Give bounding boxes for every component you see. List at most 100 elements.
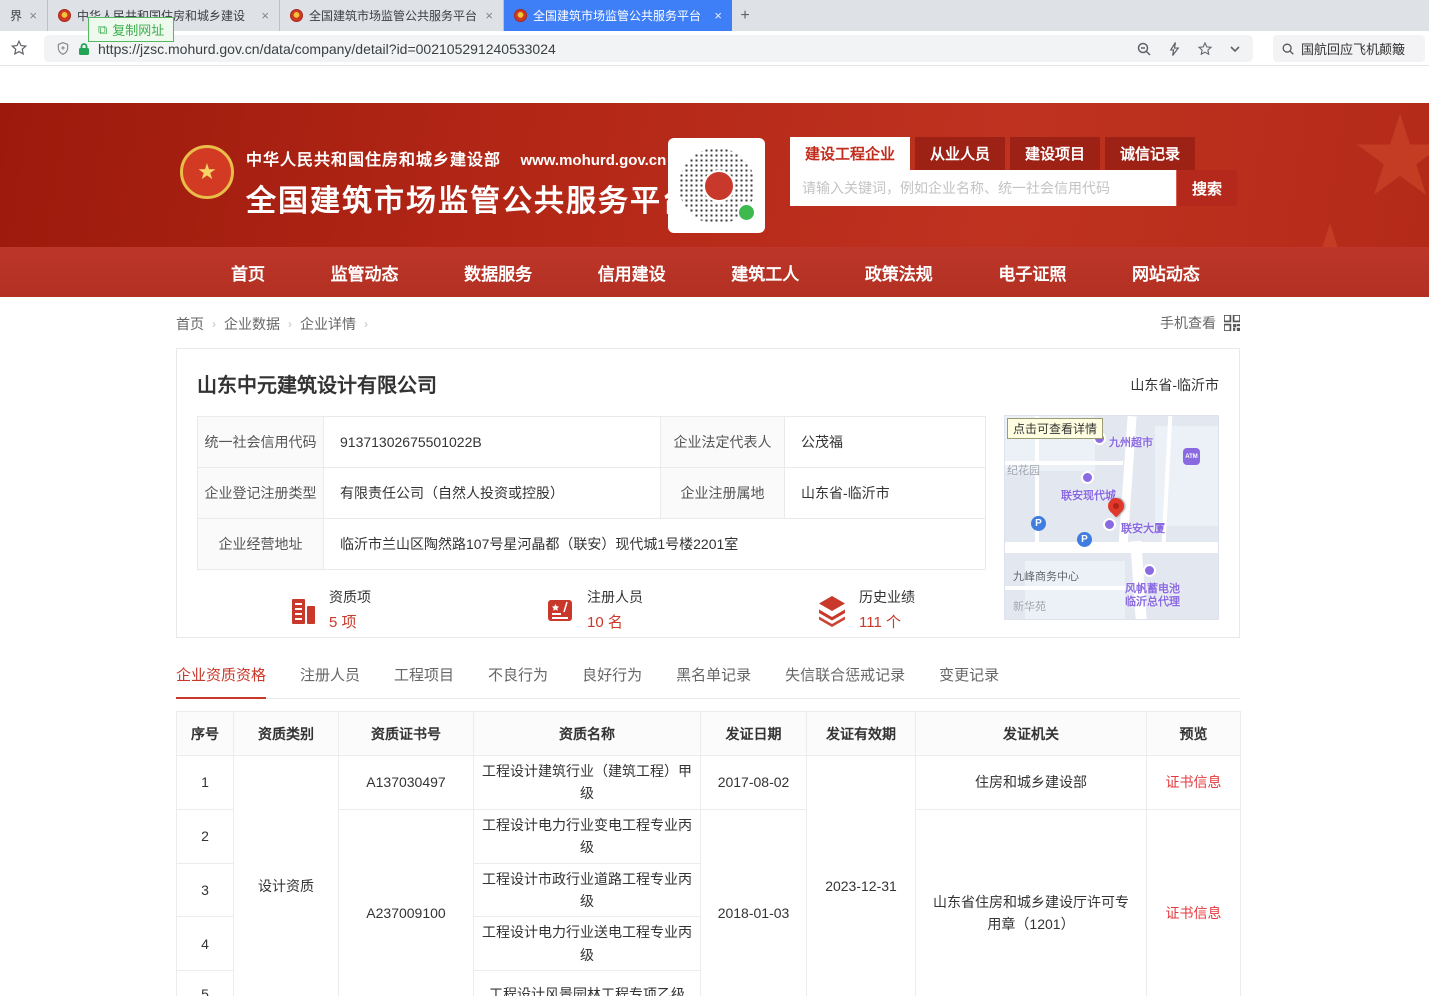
close-icon[interactable]: × <box>485 8 493 23</box>
parking-icon: P <box>1077 532 1092 547</box>
hot-search-text[interactable]: 国航回应飞机颠簸 <box>1301 39 1405 58</box>
id-card-icon <box>543 593 577 627</box>
tab-change-records[interactable]: 变更记录 <box>939 664 999 699</box>
browser-tab-jzsc-1[interactable]: 全国建筑市场监管公共服务平台 × <box>280 0 504 31</box>
cell-issue-date: 2017-08-02 <box>701 756 807 810</box>
tab-dishonesty-records[interactable]: 失信联合惩戒记录 <box>785 664 905 699</box>
cell-qual-name: 工程设计建筑行业（建筑工程）甲级 <box>474 756 701 810</box>
stat-historical-performance: 历史业绩 111 个 <box>815 587 915 632</box>
site-title-block: 中华人民共和国住房和城乡建设部 www.mohurd.gov.cn 全国建筑市场… <box>246 146 694 220</box>
cell-category: 设计资质 <box>234 756 339 996</box>
browser-url-bar: https://jzsc.mohurd.gov.cn/data/company/… <box>0 31 1429 66</box>
registered-region-value: 山东省-临沂市 <box>785 468 986 519</box>
lock-icon <box>78 42 90 56</box>
atm-icon: ATM <box>1183 448 1200 465</box>
browser-window: 界 × 中华人民共和国住房和城乡建设 × 全国建筑市场监管公共服务平台 × 全国… <box>0 0 1429 996</box>
col-authority: 发证机关 <box>916 712 1147 756</box>
lightning-icon[interactable] <box>1168 41 1181 57</box>
poi-pin-icon <box>1081 471 1094 484</box>
page-top-gap <box>0 66 1429 103</box>
qualification-table: 序号 资质类别 资质证书号 资质名称 发证日期 发证有效期 发证机关 预览 1 … <box>176 711 1241 996</box>
nav-item-certificates[interactable]: 电子证照 <box>998 260 1066 285</box>
map-road <box>1005 542 1219 553</box>
field-label: 企业登记注册类型 <box>198 468 324 519</box>
detail-tabs: 企业资质资格 注册人员 工程项目 不良行为 良好行为 黑名单记录 失信联合惩戒记… <box>176 664 1240 699</box>
cell-qual-name: 工程设计风景园林工程专项乙级 <box>474 971 701 996</box>
bookmark-star-icon[interactable] <box>10 39 28 57</box>
close-icon[interactable]: × <box>29 8 37 23</box>
star-decoration-icon <box>1255 223 1405 247</box>
national-emblem-favicon-icon <box>514 9 527 22</box>
chevron-down-icon[interactable] <box>1229 43 1241 55</box>
stat-value[interactable]: 5 项 <box>329 611 371 632</box>
search-tab-personnel[interactable]: 从业人员 <box>915 137 1005 170</box>
company-info-table: 统一社会信用代码 91371302675501022B 企业法定代表人 公茂福 … <box>197 416 986 570</box>
nav-item-policy[interactable]: 政策法规 <box>865 260 933 285</box>
certificate-info-link[interactable]: 证书信息 <box>1166 774 1222 790</box>
search-button[interactable]: 搜索 <box>1176 170 1237 206</box>
stat-value[interactable]: 111 个 <box>859 611 915 632</box>
cell-issue-date: 2018-01-03 <box>701 809 807 996</box>
tab-good-behavior[interactable]: 良好行为 <box>582 664 642 699</box>
search-tab-project[interactable]: 建设项目 <box>1010 137 1100 170</box>
col-valid-until: 发证有效期 <box>807 712 916 756</box>
stat-registered-personnel: 注册人员 10 名 <box>543 587 643 632</box>
nav-item-data-service[interactable]: 数据服务 <box>464 260 532 285</box>
browser-tab-jzsc-active[interactable]: 全国建筑市场监管公共服务平台 × <box>504 0 732 31</box>
nav-item-credit[interactable]: 信用建设 <box>598 260 666 285</box>
map-tooltip: 点击可查看详情 <box>1007 418 1103 439</box>
col-qual-name: 资质名称 <box>474 712 701 756</box>
tab-enterprise-qualification[interactable]: 企业资质资格 <box>176 664 266 699</box>
national-emblem-icon: ★ <box>180 145 234 199</box>
tab-bad-behavior[interactable]: 不良行为 <box>488 664 548 699</box>
ministry-website: www.mohurd.gov.cn <box>520 152 666 169</box>
url-text[interactable]: https://jzsc.mohurd.gov.cn/data/company/… <box>98 41 556 57</box>
address-field[interactable]: https://jzsc.mohurd.gov.cn/data/company/… <box>44 35 1253 62</box>
nav-item-home[interactable]: 首页 <box>231 260 265 285</box>
field-label: 企业法定代表人 <box>661 417 785 468</box>
cell-serial: 1 <box>177 756 234 810</box>
cell-qual-name: 工程设计电力行业送电工程专业丙级 <box>474 917 701 971</box>
stat-value[interactable]: 10 名 <box>587 611 643 632</box>
main-navigation: 首页 监管动态 数据服务 信用建设 建筑工人 政策法规 电子证照 网站动态 <box>0 247 1429 297</box>
search-tab-credit[interactable]: 诚信记录 <box>1105 137 1195 170</box>
nav-item-workers[interactable]: 建筑工人 <box>731 260 799 285</box>
browser-quick-search[interactable]: 国航回应飞机颠簸 <box>1273 35 1425 62</box>
search-tab-enterprise[interactable]: 建设工程企业 <box>790 137 910 170</box>
cell-serial: 3 <box>177 863 234 917</box>
url-actions <box>1136 41 1241 57</box>
nav-item-site-news[interactable]: 网站动态 <box>1132 260 1200 285</box>
favorite-star-icon[interactable] <box>1197 41 1213 57</box>
breadcrumb-company-data[interactable]: 企业数据 <box>224 314 280 334</box>
company-location-map[interactable]: 点击可查看详情 九州超市 ATM 纪花园 联安现代城 联安大厦 P P 九峰商务… <box>1004 415 1219 620</box>
nav-item-supervision[interactable]: 监管动态 <box>331 260 399 285</box>
breadcrumb-company-detail: 企业详情 <box>300 314 356 334</box>
tab-blacklist[interactable]: 黑名单记录 <box>676 664 751 699</box>
poi-battery-line2: 临沂总代理 <box>1125 593 1180 609</box>
col-preview: 预览 <box>1147 712 1241 756</box>
poi-pin-icon <box>1103 518 1116 531</box>
certificate-info-link[interactable]: 证书信息 <box>1166 905 1222 921</box>
breadcrumb-home[interactable]: 首页 <box>176 314 204 334</box>
ministry-name: 中华人民共和国住房和城乡建设部 <box>246 152 501 169</box>
mobile-view-control[interactable]: 手机查看 <box>1160 313 1240 333</box>
copy-icon: ⧉ <box>98 22 107 38</box>
col-category: 资质类别 <box>234 712 339 756</box>
browser-tab-partial[interactable]: 界 × <box>0 0 48 31</box>
poi-supermarket: 九州超市 <box>1109 434 1153 450</box>
new-tab-button[interactable]: + <box>732 0 758 31</box>
business-address-value: 临沂市兰山区陶然路107号星河晶都（联安）现代城1号楼2201室 <box>324 519 986 570</box>
company-region: 山东省-临沂市 <box>1130 375 1219 395</box>
keyword-search-input[interactable] <box>790 170 1176 206</box>
header-search-module: 建设工程企业 从业人员 建设项目 诚信记录 搜索 <box>790 137 1237 206</box>
field-label: 企业注册属地 <box>661 468 785 519</box>
tab-projects[interactable]: 工程项目 <box>394 664 454 699</box>
close-icon[interactable]: × <box>261 8 269 23</box>
close-icon[interactable]: × <box>714 8 722 23</box>
tab-registered-personnel[interactable]: 注册人员 <box>300 664 360 699</box>
cell-authority: 山东省住房和城乡建设厅许可专用章（1201） <box>916 809 1147 996</box>
parking-icon: P <box>1031 516 1046 531</box>
cell-qual-name: 工程设计市政行业道路工程专业丙级 <box>474 863 701 917</box>
zoom-out-icon[interactable] <box>1136 41 1152 57</box>
shield-icon[interactable] <box>56 41 70 56</box>
